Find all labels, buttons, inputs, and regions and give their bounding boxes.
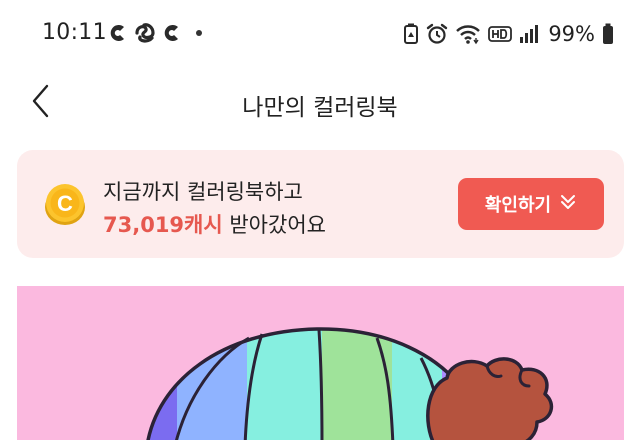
battery-saver-icon: [403, 23, 419, 45]
hd-voice-icon: [488, 24, 513, 44]
app-c-icon: [162, 23, 182, 43]
signal-icon: [519, 24, 539, 44]
app-c-icon: [108, 23, 128, 43]
more-notifications-dot: [196, 30, 202, 36]
alarm-icon: [426, 23, 448, 45]
banner-text-line1: 지금까지 컬러링북하고: [103, 180, 303, 204]
app-swirl-icon: [134, 23, 156, 43]
stripe-3: [247, 328, 322, 440]
status-time: 10:11: [42, 20, 107, 45]
app-header: 나만의 컬러링북: [0, 72, 640, 134]
battery-percent: 99%: [548, 22, 595, 46]
cash-amount: 73,019캐시: [103, 213, 223, 237]
page-title: 나만의 컬러링북: [242, 95, 398, 121]
confirm-button[interactable]: 확인하기: [458, 178, 604, 230]
status-bar: 10:11 99%: [0, 0, 640, 70]
banner-text-suffix: 받아갔어요: [222, 213, 326, 237]
earnings-banner: C 지금까지 컬러링북하고 73,019캐시 받아갔어요 확인하기: [17, 150, 624, 258]
notification-icons: [108, 23, 202, 43]
banner-text-line2: 73,019캐시 받아갔어요: [103, 209, 326, 239]
confirm-button-label: 확인하기: [484, 195, 552, 216]
coin-icon: C: [43, 182, 87, 226]
stripe-1: [147, 328, 177, 440]
system-icons: 99%: [403, 22, 614, 46]
battery-icon: [602, 23, 614, 45]
wifi-icon: [455, 23, 481, 45]
coin-letter: C: [57, 191, 73, 216]
double-chevron-down-icon: [559, 193, 577, 216]
stripe-2: [177, 328, 247, 440]
coloring-preview[interactable]: [17, 286, 624, 440]
stripe-4: [322, 328, 392, 440]
